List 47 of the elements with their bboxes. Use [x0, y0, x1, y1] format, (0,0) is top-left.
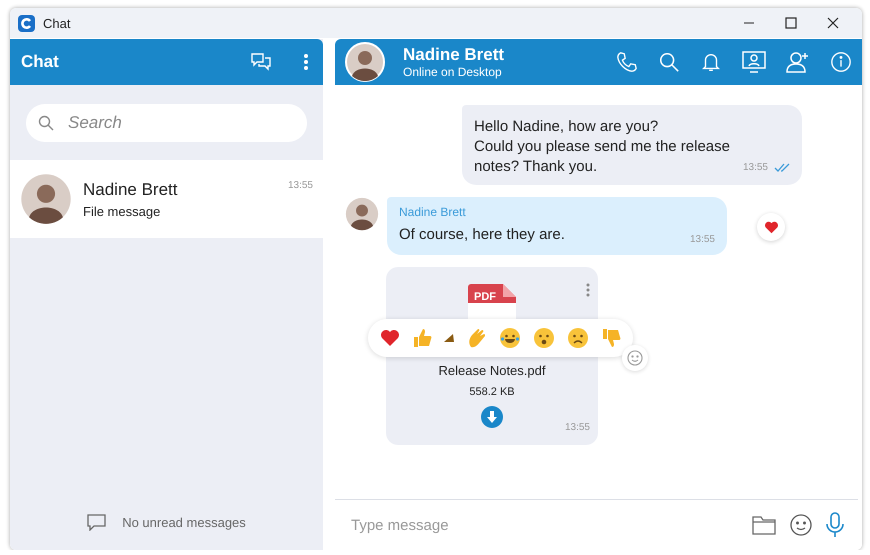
reaction-badge[interactable] [757, 213, 785, 241]
smiley-icon[interactable] [790, 514, 812, 536]
screen-share-icon[interactable] [742, 51, 766, 73]
chats-icon[interactable] [251, 53, 271, 71]
status-text: Online on Desktop [403, 65, 503, 79]
emoji-button[interactable] [622, 345, 648, 371]
contact-name: Nadine Brett [403, 45, 506, 65]
search-icon [38, 115, 54, 131]
search-field[interactable]: Search [26, 104, 307, 142]
more-icon[interactable] [586, 283, 590, 297]
window-title: Chat [43, 16, 72, 30]
file-size: 558.2 KB [469, 386, 515, 398]
contact-name: Nadine Brett [83, 180, 178, 200]
thumbs-down-icon[interactable] [601, 328, 622, 348]
empty-state-text: No unread messages [122, 514, 246, 530]
laughing-face-icon[interactable] [499, 327, 522, 349]
bell-icon[interactable] [700, 51, 722, 73]
message-text: Hello Nadine, how are you? Could you please send me the release notes? Thank you. [474, 117, 730, 177]
smiley-icon [627, 350, 643, 366]
message-preview: File message [83, 204, 162, 218]
search-icon[interactable] [658, 51, 680, 73]
add-person-icon[interactable] [786, 51, 810, 73]
info-icon[interactable] [830, 51, 852, 73]
message-icon [87, 514, 106, 530]
more-icon[interactable] [303, 53, 309, 71]
message-time: 13:55 [742, 162, 768, 173]
sender-name: Nadine Brett [399, 205, 467, 219]
message-text: Of course, here they are. [399, 225, 566, 245]
download-icon[interactable] [481, 406, 503, 428]
message-time: 13:55 [690, 234, 715, 245]
conversation-item[interactable]: Nadine Brett File message 13:55 [10, 160, 323, 238]
thumbs-up-icon[interactable] [412, 328, 432, 348]
panel-title: Chat [21, 52, 60, 72]
surprised-face-icon[interactable] [533, 327, 556, 349]
search-input[interactable]: Search [68, 104, 295, 142]
microphone-icon[interactable] [826, 512, 844, 538]
app-logo-icon [18, 14, 35, 32]
message-time: 13:55 [288, 180, 313, 191]
file-name: Release Notes.pdf [438, 363, 546, 378]
sad-face-icon[interactable] [567, 327, 590, 349]
heart-icon[interactable] [380, 329, 400, 347]
file-type-label: PDF [474, 291, 496, 303]
heart-icon [764, 220, 778, 234]
folder-icon[interactable] [752, 515, 776, 535]
message-time: 13:55 [564, 422, 590, 433]
phone-icon[interactable] [616, 51, 638, 73]
wedge-icon[interactable] [444, 334, 454, 342]
